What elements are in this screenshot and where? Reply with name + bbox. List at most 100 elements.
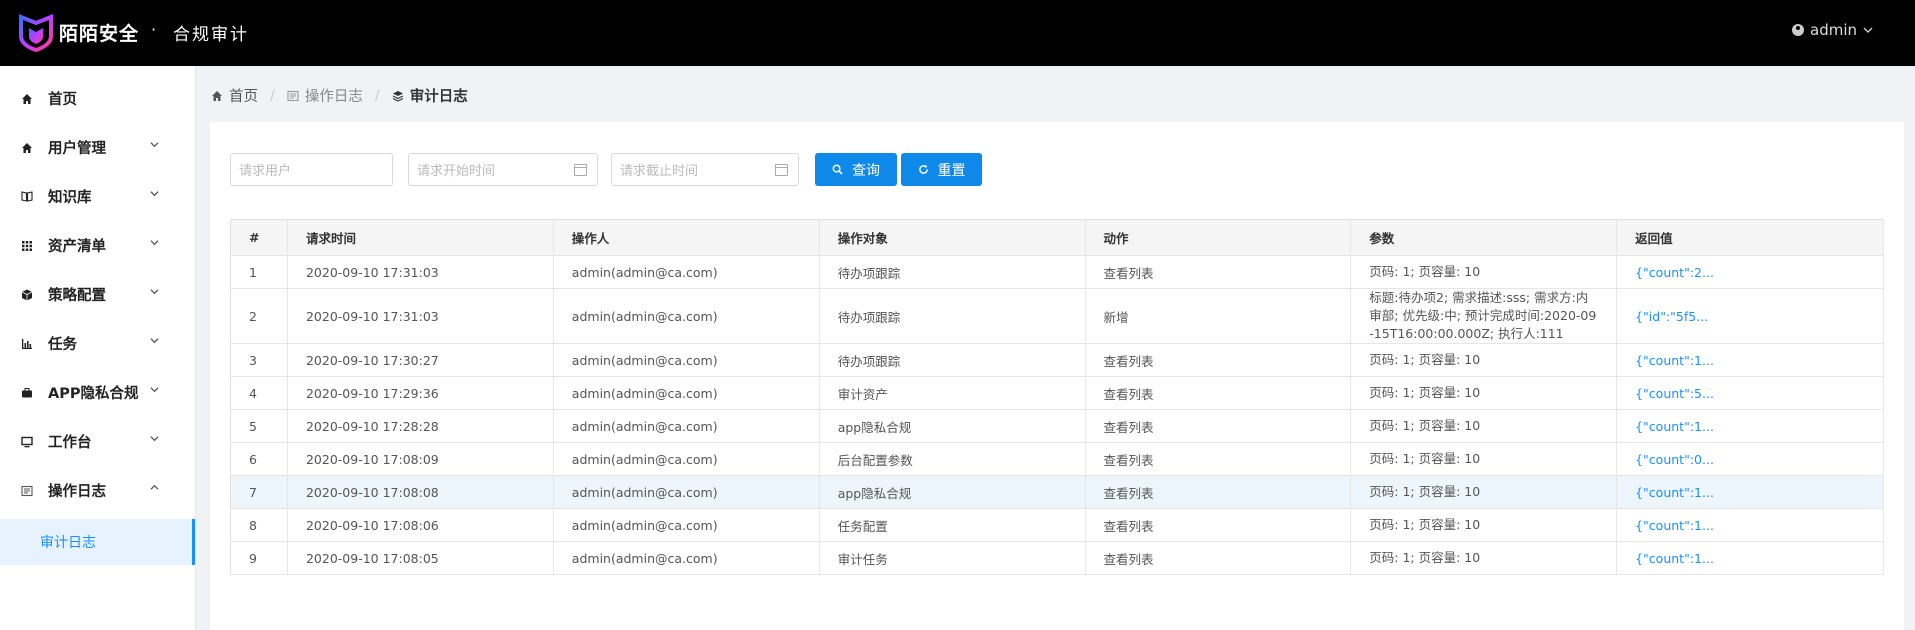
row-index-cell: 4: [230, 376, 288, 410]
search-button[interactable]: 查询: [815, 153, 897, 186]
return-value-link[interactable]: {"count":2...: [1616, 255, 1884, 289]
column-header: #: [230, 219, 288, 256]
params-cell: 页码: 1; 页容量: 10: [1350, 343, 1618, 377]
home-icon: [212, 90, 222, 101]
request-user-input[interactable]: 请求用户: [230, 153, 393, 186]
breadcrumb-home-label: 首页: [229, 89, 258, 105]
request-time-cell: 2020-09-10 17:29:36: [287, 376, 554, 410]
user-menu[interactable]: admin: [1792, 21, 1873, 39]
filter-bar: 请求用户 请求开始时间 请求截止时间 查询 重置: [230, 153, 982, 186]
breadcrumb: 首页 / 操作日志 / 审计日志: [211, 85, 468, 106]
home-icon: [20, 141, 34, 155]
table-row[interactable]: 1 2020-09-10 17:31:03 admin(admin@ca.com) 待…: [230, 255, 1884, 289]
return-value-link[interactable]: {"count":1...: [1616, 343, 1884, 377]
breadcrumb-home[interactable]: 首页: [211, 85, 258, 106]
action-cell: 查看列表: [1085, 343, 1352, 377]
sidebar-item-label: 首页: [48, 92, 77, 108]
column-header: 动作: [1085, 219, 1352, 256]
return-value-link[interactable]: {"id":"5f5...: [1616, 288, 1884, 344]
action-cell: 查看列表: [1085, 376, 1352, 410]
chevron-down-icon: [150, 142, 159, 148]
refresh-icon: [918, 164, 928, 174]
table-row[interactable]: 3 2020-09-10 17:30:27 admin(admin@ca.com) 待…: [230, 343, 1884, 377]
table-row[interactable]: 6 2020-09-10 17:08:09 admin(admin@ca.com) 后…: [230, 442, 1884, 476]
operator-cell: admin(admin@ca.com): [553, 288, 820, 344]
table-row[interactable]: 8 2020-09-10 17:08:06 admin(admin@ca.com) 任…: [230, 508, 1884, 542]
breadcrumb-current-label: 审计日志: [409, 89, 468, 105]
request-time-cell: 2020-09-10 17:30:27: [287, 343, 554, 377]
sidebar-item-label: 操作日志: [48, 484, 106, 500]
table-row[interactable]: 2 2020-09-10 17:31:03 admin(admin@ca.com) 待…: [230, 288, 1884, 344]
table-body: 1 2020-09-10 17:31:03 admin(admin@ca.com) 待…: [230, 255, 1884, 575]
content-panel: 请求用户 请求开始时间 请求截止时间 查询 重置 # 请求时间 操作人 操作对象…: [210, 122, 1904, 630]
sidebar-item-policy-config[interactable]: 策略配置: [0, 270, 195, 319]
sidebar-item-asset-list[interactable]: 资产清单: [0, 221, 195, 270]
target-cell: 后台配置参数: [819, 442, 1086, 476]
sidebar-item-home[interactable]: 首页: [0, 74, 195, 123]
target-cell: 任务配置: [819, 508, 1086, 542]
request-time-cell: 2020-09-10 17:31:03: [287, 288, 554, 344]
row-index-cell: 9: [230, 541, 288, 575]
chevron-down-icon: [150, 436, 159, 442]
desktop-icon: [20, 435, 34, 449]
cube-icon: [20, 288, 34, 302]
target-cell: app隐私合规: [819, 475, 1086, 509]
row-index-cell: 1: [230, 255, 288, 289]
table-row[interactable]: 9 2020-09-10 17:08:05 admin(admin@ca.com) 审…: [230, 541, 1884, 575]
action-cell: 查看列表: [1085, 442, 1352, 476]
audit-log-table: # 请求时间 操作人 操作对象 动作 参数 返回值 1 2020-09-10 17…: [230, 219, 1884, 575]
title-separator: ·: [151, 20, 157, 39]
user-icon: [1792, 24, 1804, 36]
action-cell: 查看列表: [1085, 409, 1352, 443]
return-value-link[interactable]: {"count":5...: [1616, 376, 1884, 410]
action-cell: 查看列表: [1085, 508, 1352, 542]
calendar-icon: [775, 164, 788, 176]
sidebar-item-workbench[interactable]: 工作台: [0, 417, 195, 466]
breadcrumb-separator: /: [374, 87, 380, 104]
end-time-picker[interactable]: 请求截止时间: [611, 153, 799, 186]
log-icon: [20, 484, 34, 498]
params-cell: 页码: 1; 页容量: 10: [1350, 442, 1618, 476]
target-cell: 待办项跟踪: [819, 255, 1086, 289]
sidebar-item-user-management[interactable]: 用户管理: [0, 123, 195, 172]
return-value-link[interactable]: {"count":1...: [1616, 409, 1884, 443]
row-index-cell: 3: [230, 343, 288, 377]
table-row[interactable]: 7 2020-09-10 17:08:08 admin(admin@ca.com) a…: [230, 475, 1884, 509]
calendar-icon: [574, 164, 587, 176]
sidebar-item-app-privacy[interactable]: APP隐私合规: [0, 368, 195, 417]
brand-logo-icon[interactable]: [18, 14, 54, 52]
target-cell: 审计任务: [819, 541, 1086, 575]
operator-cell: admin(admin@ca.com): [553, 255, 820, 289]
request-time-cell: 2020-09-10 17:08:09: [287, 442, 554, 476]
request-time-cell: 2020-09-10 17:08:05: [287, 541, 554, 575]
table-row[interactable]: 4 2020-09-10 17:29:36 admin(admin@ca.com) 审…: [230, 376, 1884, 410]
briefcase-icon: [20, 386, 34, 400]
action-cell: 新增: [1085, 288, 1352, 344]
return-value-link[interactable]: {"count":0...: [1616, 442, 1884, 476]
return-value-link[interactable]: {"count":1...: [1616, 541, 1884, 575]
sidebar-item-label: 用户管理: [48, 141, 106, 157]
params-cell: 标题:待办项2; 需求描述:sss; 需求方:内审部; 优先级:中; 预计完成时…: [1350, 288, 1618, 344]
bar-chart-icon: [20, 337, 34, 351]
action-cell: 查看列表: [1085, 475, 1352, 509]
reset-button[interactable]: 重置: [901, 153, 982, 186]
start-time-picker[interactable]: 请求开始时间: [408, 153, 598, 186]
chevron-down-icon: [150, 191, 159, 197]
reset-button-label: 重置: [937, 162, 966, 179]
sidebar: 首页 用户管理 知识库 资产清单 策略配置 任务 APP隐私合规 工作台 操作日…: [0, 66, 196, 630]
target-cell: app隐私合规: [819, 409, 1086, 443]
return-value-link[interactable]: {"count":1...: [1616, 508, 1884, 542]
sidebar-item-knowledge-base[interactable]: 知识库: [0, 172, 195, 221]
operator-cell: admin(admin@ca.com): [553, 376, 820, 410]
sidebar-item-operation-log[interactable]: 操作日志: [0, 466, 195, 515]
table-row[interactable]: 5 2020-09-10 17:28:28 admin(admin@ca.com) a…: [230, 409, 1884, 443]
request-time-cell: 2020-09-10 17:08:08: [287, 475, 554, 509]
user-name: admin: [1810, 21, 1857, 39]
breadcrumb-parent[interactable]: 操作日志: [287, 85, 363, 106]
return-value-link[interactable]: {"count":1...: [1616, 475, 1884, 509]
chevron-down-icon: [1863, 27, 1873, 33]
chevron-down-icon: [150, 387, 159, 393]
sidebar-item-tasks[interactable]: 任务: [0, 319, 195, 368]
sidebar-subitem-audit-log[interactable]: 审计日志: [0, 519, 195, 565]
search-button-label: 查询: [852, 162, 880, 179]
